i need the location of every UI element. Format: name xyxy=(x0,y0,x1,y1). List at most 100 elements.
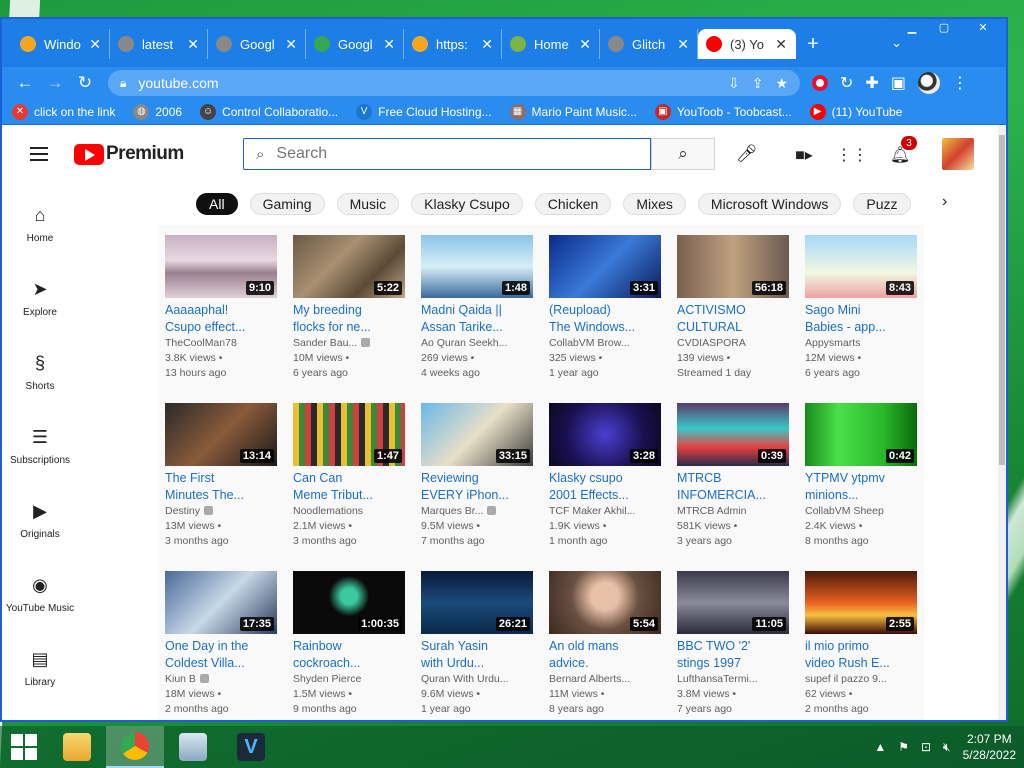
channel-name[interactable]: Destiny xyxy=(165,504,277,519)
youtube-premium-logo[interactable]: Premium xyxy=(74,143,184,165)
sidebar-item-shorts[interactable]: § Shorts xyxy=(2,343,78,417)
channel-name[interactable]: CollabVM Sheep xyxy=(805,504,917,519)
browser-tab[interactable]: Glitch ✕ xyxy=(600,29,698,59)
video-title[interactable]: YTPMV ytpmv minions... xyxy=(805,470,917,504)
video-card[interactable]: 13:14 The First Minutes The... Destiny 13M v… xyxy=(165,403,277,549)
video-thumbnail[interactable]: 56:18 xyxy=(677,235,789,298)
create-video-icon[interactable]: ■▸ xyxy=(792,143,816,167)
browser-tab[interactable]: Googl ✕ xyxy=(208,29,306,59)
channel-name[interactable]: TheCoolMan78 xyxy=(165,336,277,351)
channel-name[interactable]: Bernard Alberts... xyxy=(549,672,661,687)
tab-close-icon[interactable]: ✕ xyxy=(383,36,395,53)
close-window-button[interactable]: ✕ xyxy=(960,19,1006,36)
bookmark-item[interactable]: ▣ YouToob - Toobcast... xyxy=(654,103,792,120)
video-thumbnail[interactable]: 1:00:35 xyxy=(293,571,405,634)
video-thumbnail[interactable]: 1:47 xyxy=(293,403,405,466)
video-card[interactable]: 0:42 YTPMV ytpmv minions... CollabVM Sheep 2… xyxy=(805,403,917,549)
tab-close-icon[interactable]: ✕ xyxy=(677,36,689,53)
channel-name[interactable]: CVDIASPORA xyxy=(677,336,789,351)
scrollbar-thumb[interactable] xyxy=(999,135,1005,465)
target-extension-icon[interactable] xyxy=(812,75,828,91)
video-card[interactable]: 11:05 BBC TWO '2' stings 1997 LufthansaTerm… xyxy=(677,571,789,717)
video-title[interactable]: Aaaaaphal! Csupo effect... xyxy=(165,302,277,336)
user-avatar[interactable] xyxy=(942,138,974,170)
video-thumbnail[interactable]: 2:55 xyxy=(805,571,917,634)
start-button[interactable] xyxy=(0,726,48,768)
tab-close-icon[interactable]: ✕ xyxy=(775,36,787,53)
tab-close-icon[interactable]: ✕ xyxy=(579,36,591,53)
video-thumbnail[interactable]: 17:35 xyxy=(165,571,277,634)
video-title[interactable]: (Reupload) The Windows... xyxy=(549,302,661,336)
video-thumbnail[interactable]: 1:48 xyxy=(421,235,533,298)
video-title[interactable]: il mio primo video Rush E... xyxy=(805,638,917,672)
video-thumbnail[interactable]: 3:28 xyxy=(549,403,661,466)
video-title[interactable]: My breeding flocks for ne... xyxy=(293,302,405,336)
video-title[interactable]: Rainbow cockroach... xyxy=(293,638,405,672)
video-card[interactable]: 0:39 MTRCB INFOMERCIA... MTRCB Admin 581K vi… xyxy=(677,403,789,549)
video-title[interactable]: One Day in the Coldest Villa... xyxy=(165,638,277,672)
channel-name[interactable]: Shyden Pierce xyxy=(293,672,405,687)
filter-chip[interactable]: Music xyxy=(336,193,400,215)
tab-search-button[interactable]: ⌄ xyxy=(891,35,902,51)
forward-button[interactable]: → xyxy=(40,69,70,97)
filter-chip[interactable]: Gaming xyxy=(249,193,325,215)
video-card[interactable]: 1:00:35 Rainbow cockroach... Shyden Pierce 1… xyxy=(293,571,405,717)
video-title[interactable]: BBC TWO '2' stings 1997 xyxy=(677,638,789,672)
bookmark-item[interactable]: V Free Cloud Hosting... xyxy=(356,103,492,120)
filter-chip[interactable]: Chicken xyxy=(534,193,612,215)
video-card[interactable]: 3:31 (Reupload) The Windows... CollabVM Bro… xyxy=(549,235,661,381)
video-thumbnail[interactable]: 5:54 xyxy=(549,571,661,634)
sidebar-item-subscriptions[interactable]: ☰ Subscriptions xyxy=(2,417,78,491)
video-card[interactable]: 2:55 il mio primo video Rush E... supef il … xyxy=(805,571,917,717)
apps-grid-icon[interactable]: ⋮⋮ xyxy=(836,143,868,167)
browser-tab[interactable]: https: ✕ xyxy=(404,29,502,59)
channel-name[interactable]: TCF Maker Akhil... xyxy=(549,504,661,519)
channel-name[interactable]: supef il pazzo 9... xyxy=(805,672,917,687)
video-title[interactable]: Klasky csupo 2001 Effects... xyxy=(549,470,661,504)
tab-close-icon[interactable]: ✕ xyxy=(187,36,199,53)
network-icon[interactable]: ⊡ xyxy=(921,740,931,754)
video-card[interactable]: 9:10 Aaaaaphal! Csupo effect... TheCoolMan7… xyxy=(165,235,277,381)
file-explorer-taskbar-button[interactable] xyxy=(48,726,106,768)
sidebar-item-originals[interactable]: ▶ Originals xyxy=(2,491,78,565)
minimize-button[interactable]: ▁ xyxy=(896,19,928,36)
tab-close-icon[interactable]: ✕ xyxy=(481,36,493,53)
browser-tab[interactable]: Home ✕ xyxy=(502,29,600,59)
refresh-extension-icon[interactable]: ↻ xyxy=(840,73,853,93)
video-thumbnail[interactable]: 33:15 xyxy=(421,403,533,466)
action-center-icon[interactable]: ⚑ xyxy=(898,740,909,754)
channel-name[interactable]: MTRCB Admin xyxy=(677,504,789,519)
channel-name[interactable]: LufthansaTermi... xyxy=(677,672,789,687)
video-title[interactable]: An old mans advice. xyxy=(549,638,661,672)
bookmark-item[interactable]: ▶ (11) YouTube xyxy=(809,103,902,120)
channel-name[interactable]: Kiun B xyxy=(165,672,277,687)
sidebar-item-youtube-music[interactable]: ◉ YouTube Music xyxy=(2,565,78,639)
address-bar[interactable]: 🔒︎ youtube.com ⇩ ⇪ ★ xyxy=(108,70,800,96)
hamburger-menu-icon[interactable] xyxy=(30,147,48,165)
browser-tab[interactable]: latest ✕ xyxy=(110,29,208,59)
video-thumbnail[interactable]: 9:10 xyxy=(165,235,277,298)
sidebar-item-home[interactable]: ⌂ Home xyxy=(2,195,78,269)
video-card[interactable]: 1:48 Madni Qaida || Assan Tarike... Ao Qura… xyxy=(421,235,533,381)
video-card[interactable]: 33:15 Reviewing EVERY iPhon... Marques Br..… xyxy=(421,403,533,549)
video-card[interactable]: 26:21 Surah Yasin with Urdu... Quran With U… xyxy=(421,571,533,717)
filter-chip[interactable]: Klasky Csupo xyxy=(411,193,523,215)
show-hidden-icons[interactable]: ▲ xyxy=(874,740,886,754)
browser-menu-icon[interactable]: ⋮ xyxy=(952,73,968,93)
task-manager-taskbar-button[interactable] xyxy=(164,726,222,768)
bookmark-star-icon[interactable]: ★ xyxy=(775,75,788,92)
chrome-taskbar-button[interactable] xyxy=(106,726,164,768)
video-card[interactable]: 5:54 An old mans advice. Bernard Alberts...… xyxy=(549,571,661,717)
channel-name[interactable]: Sander Bau... xyxy=(293,336,405,351)
video-thumbnail[interactable]: 26:21 xyxy=(421,571,533,634)
video-card[interactable]: 1:47 Can Can Meme Tribut... Noodlemations 2.… xyxy=(293,403,405,549)
search-input[interactable] xyxy=(276,145,617,163)
channel-name[interactable]: Marques Br... xyxy=(421,504,533,519)
video-thumbnail[interactable]: 11:05 xyxy=(677,571,789,634)
bookmark-item[interactable]: ▦ Mario Paint Music... xyxy=(509,103,637,120)
browser-tab[interactable]: Googl ✕ xyxy=(306,29,404,59)
new-tab-button[interactable]: + xyxy=(796,29,830,59)
tab-close-icon[interactable]: ✕ xyxy=(285,36,297,53)
video-thumbnail[interactable]: 13:14 xyxy=(165,403,277,466)
filter-chip[interactable]: Microsoft Windows xyxy=(697,193,842,215)
